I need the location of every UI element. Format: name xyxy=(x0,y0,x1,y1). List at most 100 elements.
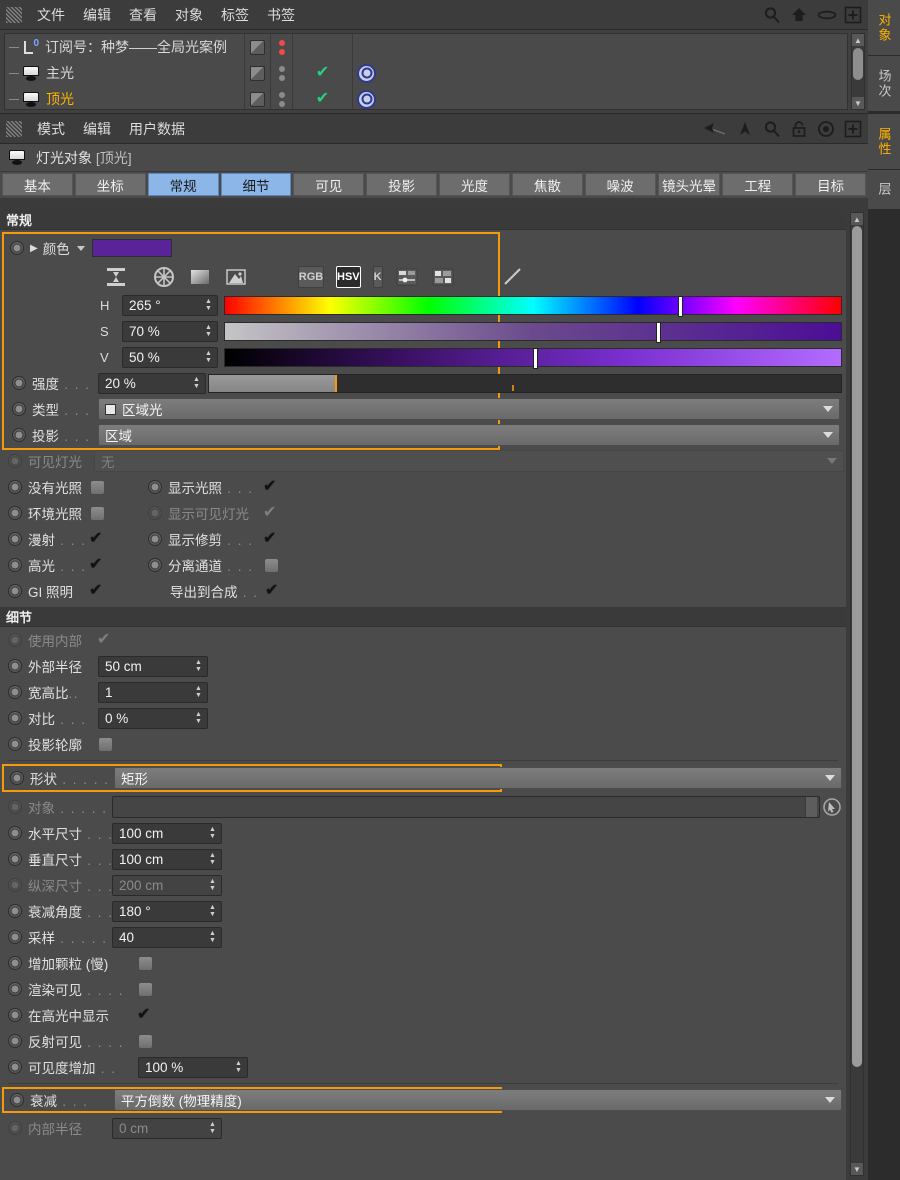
color-image-icon[interactable] xyxy=(224,266,248,288)
tab-noise[interactable]: 噪波 xyxy=(585,173,656,196)
animate-dot[interactable] xyxy=(10,1093,24,1107)
light-type-dropdown[interactable]: 区域光 xyxy=(98,398,840,420)
up-arrow-icon[interactable] xyxy=(736,120,754,138)
object-tree[interactable]: 0 订阅号：种梦——全局光案例 主光 xyxy=(4,33,848,110)
tab-caustics[interactable]: 焦散 xyxy=(512,173,583,196)
pick-object-icon[interactable] xyxy=(822,797,842,817)
plus-icon[interactable] xyxy=(844,6,862,24)
rail-tab-layers[interactable]: 层 xyxy=(868,170,900,210)
check-row-gi[interactable]: GI 照明 xyxy=(0,578,140,604)
horizontal-size-field[interactable]: 100 cm ▲▼ xyxy=(112,823,222,844)
menu-object[interactable]: 对象 xyxy=(166,3,212,27)
stepper-icon[interactable]: ▲▼ xyxy=(204,350,213,365)
layer-tag[interactable] xyxy=(245,60,270,86)
menu-bookmark[interactable]: 书签 xyxy=(258,3,304,27)
tab-general[interactable]: 常规 xyxy=(148,173,219,196)
animate-dot[interactable] xyxy=(8,930,22,944)
hue-slider[interactable] xyxy=(224,296,842,315)
visible-in-reflection-checkbox[interactable] xyxy=(138,1034,153,1049)
add-grain-checkbox[interactable] xyxy=(138,956,153,971)
menu-file[interactable]: 文件 xyxy=(28,3,74,27)
plus-icon[interactable] xyxy=(844,120,862,138)
stepper-icon[interactable]: ▲▼ xyxy=(208,904,217,919)
stepper-icon[interactable]: ▲▼ xyxy=(192,376,201,391)
shadow-animate-dot[interactable] xyxy=(12,428,26,442)
search-icon[interactable] xyxy=(763,120,781,138)
ambient-illumination-checkbox[interactable] xyxy=(90,506,105,521)
color-swatches-icon[interactable] xyxy=(431,267,455,287)
menu-mode[interactable]: 模式 xyxy=(28,117,74,141)
show-clipping-checkbox[interactable] xyxy=(264,532,279,547)
hsv-v-field[interactable]: 50 % ▲▼ xyxy=(122,347,218,368)
falloff-dropdown[interactable]: 平方倒数 (物理精度) xyxy=(114,1089,842,1111)
check-row-show-clipping[interactable]: 显示修剪 . . . xyxy=(140,526,340,552)
chevron-down-icon[interactable] xyxy=(825,775,835,781)
aspect-ratio-field[interactable]: 1 ▲▼ xyxy=(98,682,208,703)
show-illumination-checkbox[interactable] xyxy=(264,480,279,495)
animate-dot[interactable] xyxy=(8,826,22,840)
stepper-icon[interactable]: ▲▼ xyxy=(194,659,203,674)
eye-icon[interactable] xyxy=(817,6,835,24)
chevron-down-icon[interactable] xyxy=(77,246,85,251)
check-row-show-illumination[interactable]: 显示光照 . . . xyxy=(140,474,340,500)
render-visible-checkbox[interactable] xyxy=(138,982,153,997)
object-manager-scrollbar[interactable]: ▲ ▼ xyxy=(851,33,865,110)
intensity-field[interactable]: 20 % ▲▼ xyxy=(98,373,206,394)
check-row-ambient[interactable]: 环境光照 xyxy=(0,500,140,526)
search-icon[interactable] xyxy=(763,6,781,24)
animate-dot[interactable] xyxy=(8,1008,22,1022)
enabled-check-icon[interactable]: ✔ xyxy=(293,60,352,86)
layer-tag[interactable] xyxy=(245,34,270,60)
color-mode-k-button[interactable]: K xyxy=(373,266,383,288)
tab-lens[interactable]: 镜头光晕 xyxy=(658,173,721,196)
tab-photometric[interactable]: 光度 xyxy=(439,173,510,196)
object-tree-row-1[interactable]: 主光 xyxy=(5,60,244,86)
rail-tab-objects[interactable]: 对象 xyxy=(868,0,900,56)
tab-project[interactable]: 工程 xyxy=(722,173,793,196)
menu-user-data[interactable]: 用户数据 xyxy=(120,117,194,141)
target-icon[interactable] xyxy=(817,120,835,138)
animate-dot[interactable] xyxy=(8,1034,22,1048)
intensity-animate-dot[interactable] xyxy=(12,376,26,390)
separate-pass-checkbox[interactable] xyxy=(264,558,279,573)
animate-dot[interactable] xyxy=(8,711,22,725)
enabled-check-icon[interactable]: ✔ xyxy=(293,86,352,112)
visibility-dots[interactable] xyxy=(271,60,292,86)
object-link-field[interactable] xyxy=(112,796,820,818)
samples-field[interactable]: 40 ▲▼ xyxy=(112,927,222,948)
animate-dot[interactable] xyxy=(148,532,162,546)
tab-shadow[interactable]: 投影 xyxy=(366,173,437,196)
color-picker-screen-icon[interactable] xyxy=(104,266,128,288)
stepper-icon[interactable]: ▲▼ xyxy=(204,324,213,339)
value-slider[interactable] xyxy=(224,348,842,367)
check-row-no-illumination[interactable]: 没有光照 xyxy=(0,474,140,500)
animate-dot[interactable] xyxy=(8,956,22,970)
stepper-icon[interactable]: ▲▼ xyxy=(204,298,213,313)
color-wheel-icon[interactable] xyxy=(152,266,176,288)
color-swatch[interactable] xyxy=(92,239,172,257)
animate-dot[interactable] xyxy=(148,480,162,494)
animate-dot[interactable] xyxy=(8,685,22,699)
layer-tag[interactable] xyxy=(245,86,270,112)
check-row-export-composite[interactable]: 导出到合成 . . xyxy=(140,578,340,604)
object-tree-row-2[interactable]: 顶光 xyxy=(5,86,244,112)
scrollbar-thumb[interactable] xyxy=(853,48,863,80)
object-tree-row-0[interactable]: 0 订阅号：种梦——全局光案例 xyxy=(5,34,244,60)
rail-tab-takes[interactable]: 场次 xyxy=(868,56,900,112)
chevron-down-icon[interactable] xyxy=(823,432,833,438)
saturation-slider[interactable] xyxy=(224,322,842,341)
intensity-slider[interactable] xyxy=(208,374,842,393)
scroll-up-icon[interactable]: ▲ xyxy=(851,213,863,225)
scroll-up-icon[interactable]: ▲ xyxy=(852,34,864,46)
shape-dropdown[interactable]: 矩形 xyxy=(114,767,842,789)
check-row-separate-pass[interactable]: 分离通道 . . . xyxy=(140,552,340,578)
animate-dot[interactable] xyxy=(10,771,24,785)
show-in-specular-checkbox[interactable] xyxy=(138,1008,153,1023)
animate-dot[interactable] xyxy=(8,737,22,751)
scroll-down-icon[interactable]: ▼ xyxy=(851,1163,863,1175)
color-mode-rgb-button[interactable]: RGB xyxy=(298,266,324,288)
visibility-dots[interactable] xyxy=(271,86,292,112)
color-gradient-icon[interactable] xyxy=(188,266,212,288)
animate-dot[interactable] xyxy=(8,584,22,598)
stepper-icon[interactable]: ▲▼ xyxy=(194,685,203,700)
